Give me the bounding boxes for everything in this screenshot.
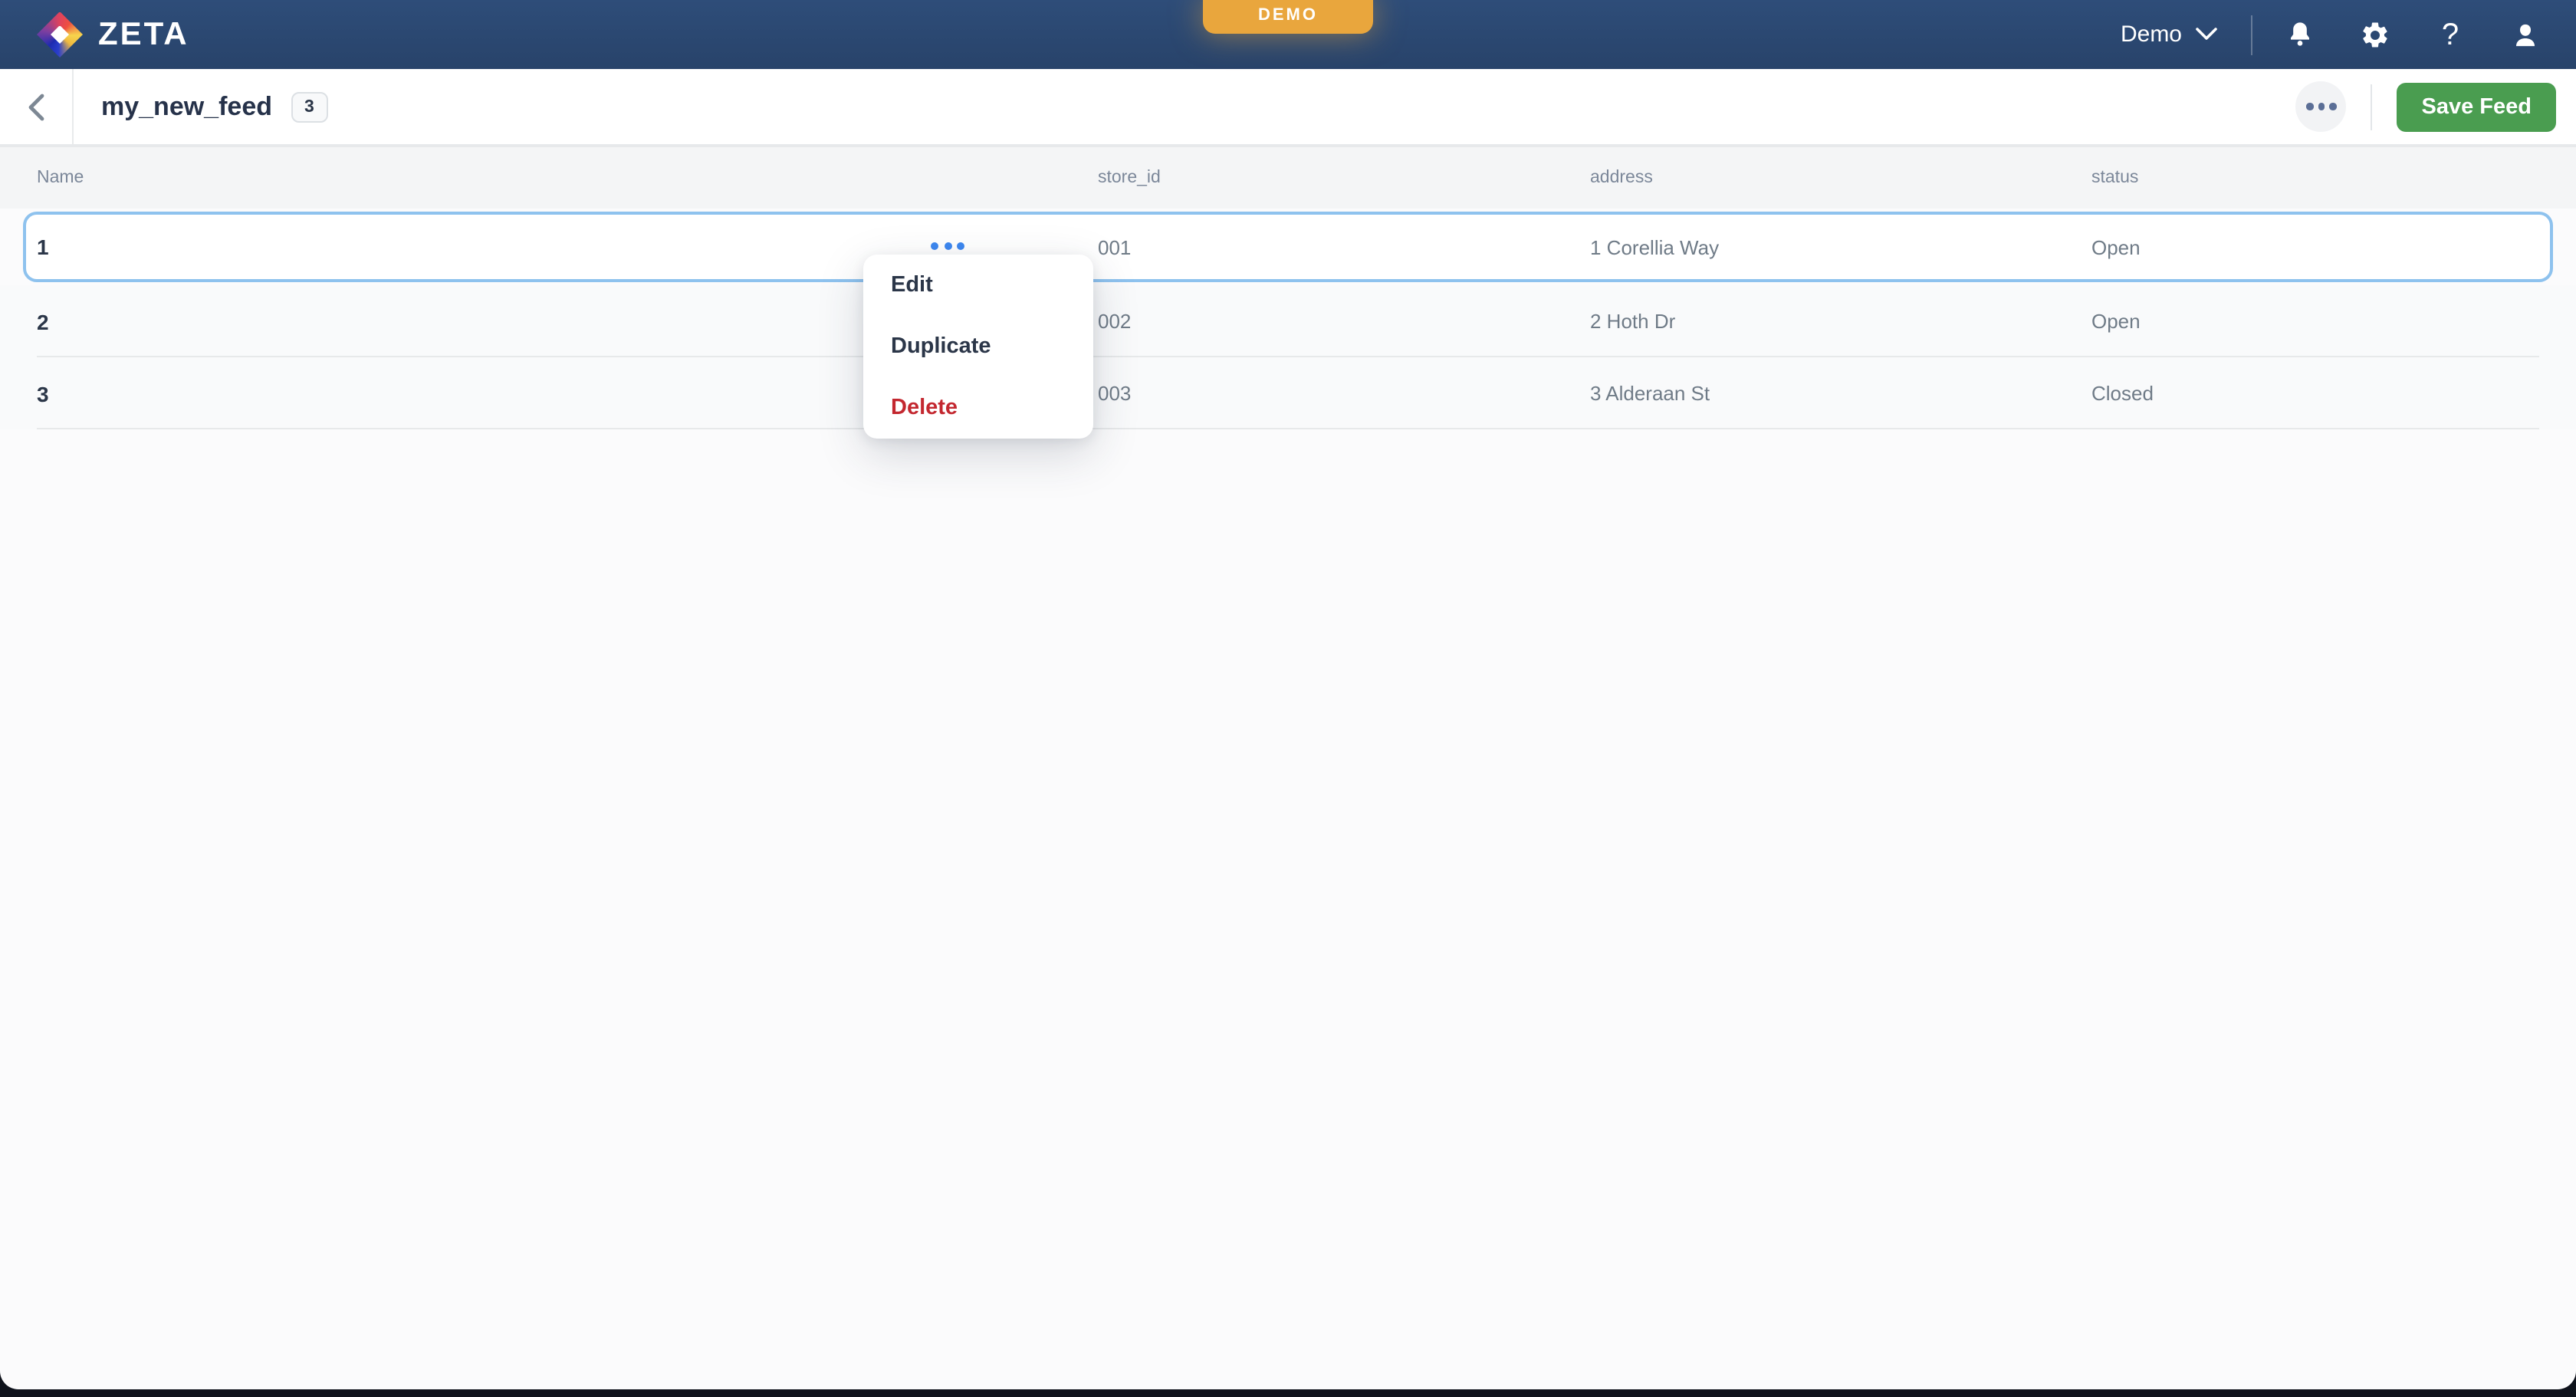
bell-icon[interactable] — [2283, 18, 2317, 51]
context-menu-item[interactable]: Delete — [863, 377, 1093, 439]
cell-address: 1 Corellia Way — [1590, 235, 2091, 258]
column-header-address[interactable]: address — [1590, 169, 2091, 187]
brand-logo[interactable]: ZETA — [37, 12, 189, 58]
cell-status: Closed — [2091, 382, 2576, 405]
feed-options-button[interactable] — [2296, 81, 2347, 132]
app-window: ZETA DEMO Demo ? — [0, 0, 2576, 1389]
toolbar-divider-right — [2371, 84, 2373, 130]
nav-divider — [2251, 15, 2252, 54]
table-row[interactable]: 3 003 3 Alderaan St Closed — [0, 357, 2576, 429]
cell-address: 2 Hoth Dr — [1590, 310, 2091, 333]
account-dropdown[interactable]: Demo — [2121, 21, 2217, 48]
user-icon[interactable] — [2509, 18, 2542, 51]
table-body: 1 001 1 Corellia Way Open 2 002 2 Hoth D… — [0, 212, 2576, 429]
column-header-store-id[interactable]: store_id — [1098, 169, 1590, 187]
cell-status: Open — [2091, 235, 2550, 258]
row-count-badge: 3 — [291, 91, 328, 122]
top-nav-bar: ZETA DEMO Demo ? — [0, 0, 2576, 69]
column-header-name[interactable]: Name — [37, 169, 1098, 187]
nav-right-cluster: Demo ? — [2121, 15, 2542, 54]
context-menu-item[interactable]: Edit — [863, 255, 1093, 316]
zeta-gem-icon — [37, 12, 83, 58]
gear-icon[interactable] — [2358, 18, 2392, 51]
brand-wordmark: ZETA — [98, 16, 189, 53]
help-icon[interactable]: ? — [2433, 18, 2467, 51]
save-feed-button[interactable]: Save Feed — [2397, 82, 2557, 131]
account-dropdown-label: Demo — [2121, 21, 2182, 48]
app-root: ZETA DEMO Demo ? — [0, 0, 2576, 1397]
cell-store-id: 002 — [1098, 310, 1590, 333]
nav-icons: ? — [2283, 18, 2542, 51]
back-button[interactable] — [0, 69, 72, 144]
cell-store-id: 003 — [1098, 382, 1590, 405]
chevron-left-icon — [28, 93, 44, 120]
chevron-down-icon — [2196, 28, 2217, 41]
column-header-status[interactable]: status — [2091, 169, 2576, 187]
feed-toolbar: my_new_feed 3 Save Feed — [0, 69, 2576, 146]
cell-address: 3 Alderaan St — [1590, 382, 2091, 405]
row-context-menu: Edit Duplicate Delete — [863, 255, 1093, 439]
demo-environment-badge: DEMO — [1203, 0, 1373, 34]
page-title: my_new_feed — [101, 91, 272, 122]
toolbar-divider — [72, 69, 74, 144]
table-row[interactable]: 1 001 1 Corellia Way Open — [23, 212, 2553, 282]
cell-status: Open — [2091, 310, 2576, 333]
table-row[interactable]: 2 002 2 Hoth Dr Open — [0, 285, 2576, 357]
table-header-row: Name store_id address status — [0, 146, 2576, 209]
cell-store-id: 001 — [1098, 235, 1590, 258]
context-menu-item[interactable]: Duplicate — [863, 316, 1093, 377]
